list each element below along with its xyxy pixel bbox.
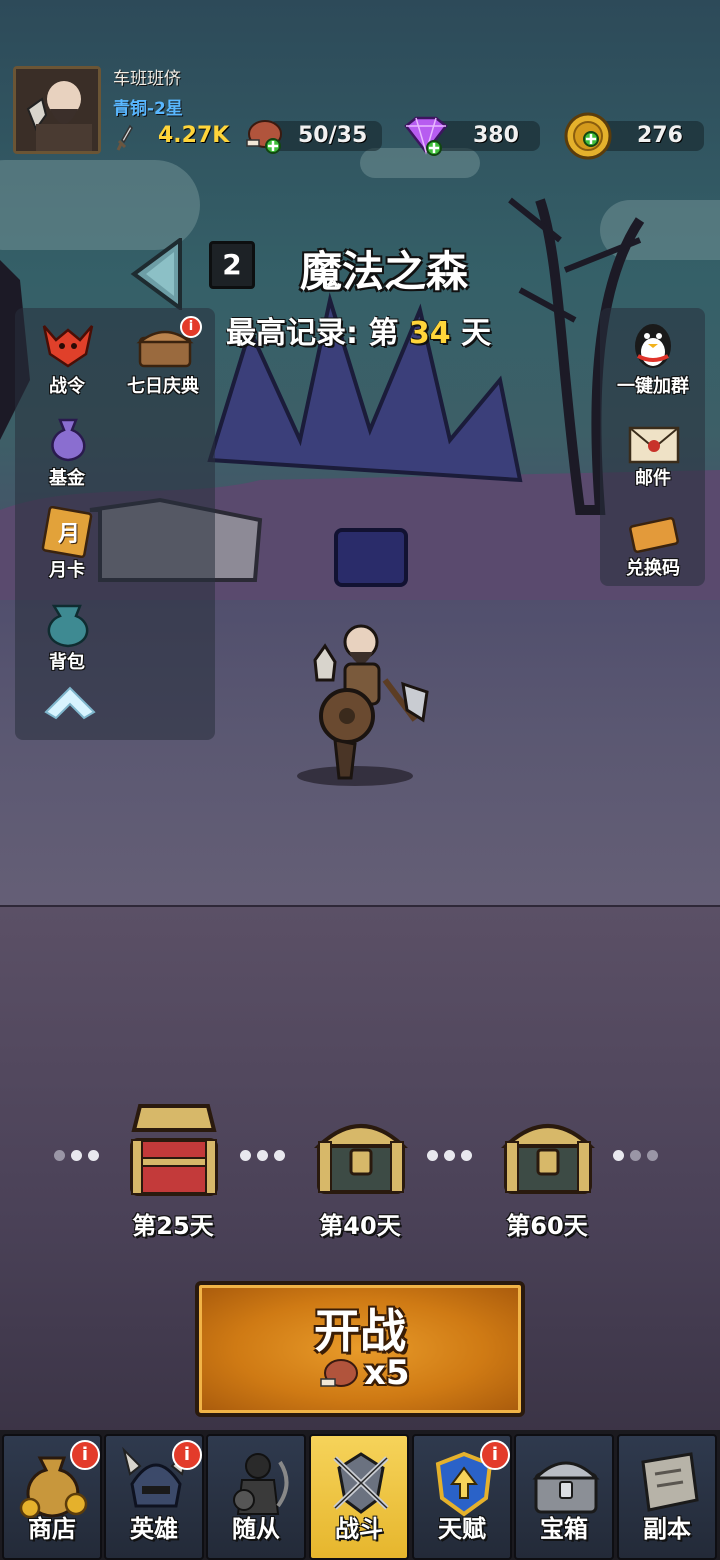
menu-battle-pass[interactable]: 战令 — [22, 320, 112, 400]
tab-hero[interactable]: i 英雄 — [104, 1434, 204, 1560]
progress-dot — [54, 1150, 65, 1161]
level-number: 2 — [209, 241, 255, 289]
progress-dot — [88, 1150, 99, 1161]
record-suffix: 天 — [461, 316, 492, 351]
mail-icon — [628, 426, 680, 464]
tab-label: 英雄 — [130, 1515, 178, 1543]
milestone-label: 第25天 — [132, 1212, 214, 1240]
tab-chest[interactable]: 宝箱 — [514, 1434, 614, 1560]
collapse-up-icon[interactable] — [42, 682, 98, 722]
progress-dots — [240, 1146, 291, 1165]
meat-stamina-icon[interactable] — [243, 116, 285, 156]
record-day: 34 — [408, 316, 451, 351]
best-record: 最高记录: 第 34 天 — [226, 308, 491, 352]
battle-pass-icon — [42, 325, 94, 368]
notification-badge: i — [70, 1440, 100, 1470]
menu-seven-day[interactable]: i 七日庆典 — [118, 316, 208, 400]
progress-dots — [427, 1146, 478, 1165]
menu-label: 七日庆典 — [127, 376, 199, 397]
menu-label: 一键加群 — [617, 376, 689, 397]
menu-label: 邮件 — [635, 468, 671, 489]
month-card-glyph: 月 — [58, 522, 81, 547]
tab-label: 宝箱 — [540, 1515, 588, 1543]
start-battle-button[interactable]: 开战 x5 — [195, 1281, 525, 1417]
menu-label: 兑换码 — [626, 558, 680, 579]
qq-penguin-icon — [635, 324, 671, 368]
tab-label: 战斗 — [335, 1515, 383, 1543]
tab-label: 副本 — [643, 1515, 691, 1543]
redeem-ticket-icon — [629, 517, 679, 553]
progress-dot — [630, 1150, 641, 1161]
meat-cost-icon — [320, 1359, 358, 1387]
menu-label: 基金 — [49, 468, 85, 489]
menu-fund[interactable]: 基金 — [22, 414, 112, 494]
tab-battle[interactable]: 战斗 — [309, 1434, 409, 1560]
progress-dot — [240, 1150, 251, 1161]
tab-dungeon[interactable]: 副本 — [617, 1434, 717, 1560]
progress-dot — [444, 1150, 455, 1161]
menu-mail[interactable]: 邮件 — [608, 420, 698, 490]
progress-dot — [647, 1150, 658, 1161]
player-rank: 青铜-2星 — [113, 99, 183, 119]
tab-shop[interactable]: i 商店 — [2, 1434, 102, 1560]
tab-label: 随从 — [232, 1515, 280, 1543]
previous-level-arrow-icon[interactable] — [130, 238, 184, 310]
hero-character[interactable] — [295, 620, 445, 790]
notification-badge: i — [172, 1440, 202, 1470]
milestone-label: 第40天 — [319, 1212, 401, 1240]
power-value: 4.27K — [158, 123, 230, 148]
battle-title: 开战 — [314, 1304, 406, 1358]
notification-badge: i — [180, 316, 202, 338]
progress-dot — [274, 1150, 285, 1161]
menu-redeem-code[interactable]: 兑换码 — [608, 510, 698, 580]
backpack-icon — [47, 604, 89, 648]
menu-label: 月卡 — [49, 560, 85, 581]
player-name: 车班班侪 — [113, 69, 181, 89]
menu-backpack[interactable]: 背包 — [22, 598, 112, 678]
level-title: 魔法之森 — [300, 247, 469, 296]
bottom-nav: i 商店 i 英雄 随从 战斗 i 天赋 宝箱 副本 — [0, 1430, 720, 1560]
menu-label: 战令 — [49, 376, 85, 397]
progress-dot — [427, 1150, 438, 1161]
gems-value: 380 — [473, 123, 519, 148]
gold-coin-icon[interactable] — [563, 111, 615, 163]
avatar-portrait-icon — [16, 69, 98, 151]
locked-chest-icon[interactable] — [313, 1110, 409, 1198]
open-chest-icon[interactable] — [126, 1100, 222, 1200]
tab-label: 商店 — [28, 1515, 76, 1543]
menu-join-group[interactable]: 一键加群 — [608, 318, 698, 398]
notification-badge: i — [480, 1440, 510, 1470]
progress-dots — [54, 1146, 105, 1165]
progress-dot — [257, 1150, 268, 1161]
sword-power-icon — [116, 124, 133, 151]
progress-dot — [71, 1150, 82, 1161]
tab-talent[interactable]: i 天赋 — [412, 1434, 512, 1560]
battle-cost: x5 — [364, 1353, 410, 1393]
milestone-label: 第60天 — [506, 1212, 588, 1240]
purple-gem-icon[interactable] — [400, 114, 452, 158]
tab-label: 天赋 — [438, 1515, 486, 1543]
record-prefix: 最高记录: 第 — [226, 316, 399, 351]
coins-value: 276 — [637, 123, 683, 148]
progress-dot — [461, 1150, 472, 1161]
stamina-value: 50/35 — [298, 123, 368, 148]
menu-month-card[interactable]: 月 月卡 — [22, 506, 112, 586]
fund-bag-icon — [51, 418, 86, 462]
progress-dot — [613, 1150, 624, 1161]
tab-follower[interactable]: 随从 — [206, 1434, 306, 1560]
progress-dots — [613, 1146, 664, 1165]
menu-label: 背包 — [49, 652, 85, 673]
locked-chest-icon[interactable] — [500, 1110, 596, 1198]
player-avatar[interactable] — [13, 66, 101, 154]
